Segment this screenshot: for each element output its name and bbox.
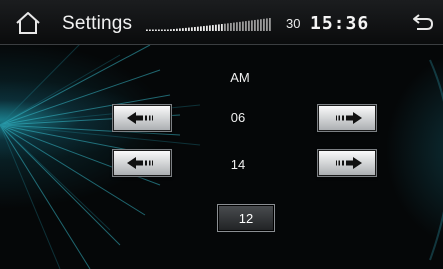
volume-tick <box>188 27 190 31</box>
volume-tick <box>149 29 151 31</box>
hour-increase-button[interactable] <box>317 104 377 132</box>
volume-tick <box>197 26 199 31</box>
arrow-right-icon <box>336 112 362 124</box>
volume-level-bar <box>146 18 271 31</box>
volume-tick <box>245 21 247 31</box>
volume-tick <box>176 28 178 31</box>
period-label: AM <box>230 70 250 85</box>
volume-tick <box>218 24 220 31</box>
minute-value: 14 <box>230 157 246 172</box>
volume-tick <box>212 25 214 31</box>
volume-tick <box>146 29 148 31</box>
volume-tick <box>173 28 175 31</box>
volume-tick <box>179 28 181 31</box>
volume-tick <box>158 29 160 31</box>
volume-tick <box>257 19 259 31</box>
volume-tick <box>209 25 211 31</box>
volume-tick <box>251 20 253 31</box>
volume-tick <box>230 22 232 31</box>
minute-increase-button[interactable] <box>317 149 377 177</box>
volume-tick <box>263 18 265 31</box>
volume-tick <box>239 21 241 31</box>
minute-decrease-button[interactable] <box>112 149 172 177</box>
volume-tick <box>242 21 244 31</box>
hour-format-label: 12 <box>238 210 254 226</box>
volume-tick <box>227 23 229 31</box>
hour-decrease-button[interactable] <box>112 104 172 132</box>
volume-tick <box>185 27 187 31</box>
volume-tick <box>260 19 262 31</box>
volume-tick <box>206 25 208 31</box>
hour-value: 06 <box>230 110 246 125</box>
volume-tick <box>254 19 256 31</box>
arrow-left-icon <box>127 112 153 124</box>
volume-tick <box>167 29 169 31</box>
volume-tick <box>182 28 184 31</box>
home-button[interactable] <box>14 11 42 35</box>
volume-tick <box>224 23 226 31</box>
arrow-left-icon <box>127 157 153 169</box>
volume-tick <box>152 29 154 31</box>
top-bar: Settings 30 15:36 <box>0 0 443 45</box>
volume-tick <box>155 29 157 31</box>
volume-value: 30 <box>286 16 301 31</box>
back-icon <box>413 14 434 30</box>
volume-tick <box>221 24 223 31</box>
arrow-right-icon <box>336 157 362 169</box>
hour-format-button[interactable]: 12 <box>217 204 275 232</box>
volume-tick <box>215 24 217 31</box>
volume-tick <box>233 22 235 31</box>
home-icon <box>16 12 40 34</box>
volume-tick <box>200 26 202 31</box>
volume-tick <box>170 29 172 31</box>
page-title: Settings <box>62 13 133 34</box>
volume-tick <box>191 27 193 31</box>
clock-display: 15:36 <box>310 13 370 34</box>
volume-tick <box>164 29 166 31</box>
volume-tick <box>236 22 238 31</box>
volume-tick <box>269 18 271 31</box>
volume-tick <box>248 20 250 31</box>
volume-tick <box>266 18 268 31</box>
volume-tick <box>161 29 163 31</box>
settings-screen: Settings 30 15:36 AM 06 14 12 <box>0 0 443 269</box>
volume-tick <box>194 26 196 31</box>
back-button[interactable] <box>411 12 435 32</box>
volume-tick <box>203 26 205 31</box>
